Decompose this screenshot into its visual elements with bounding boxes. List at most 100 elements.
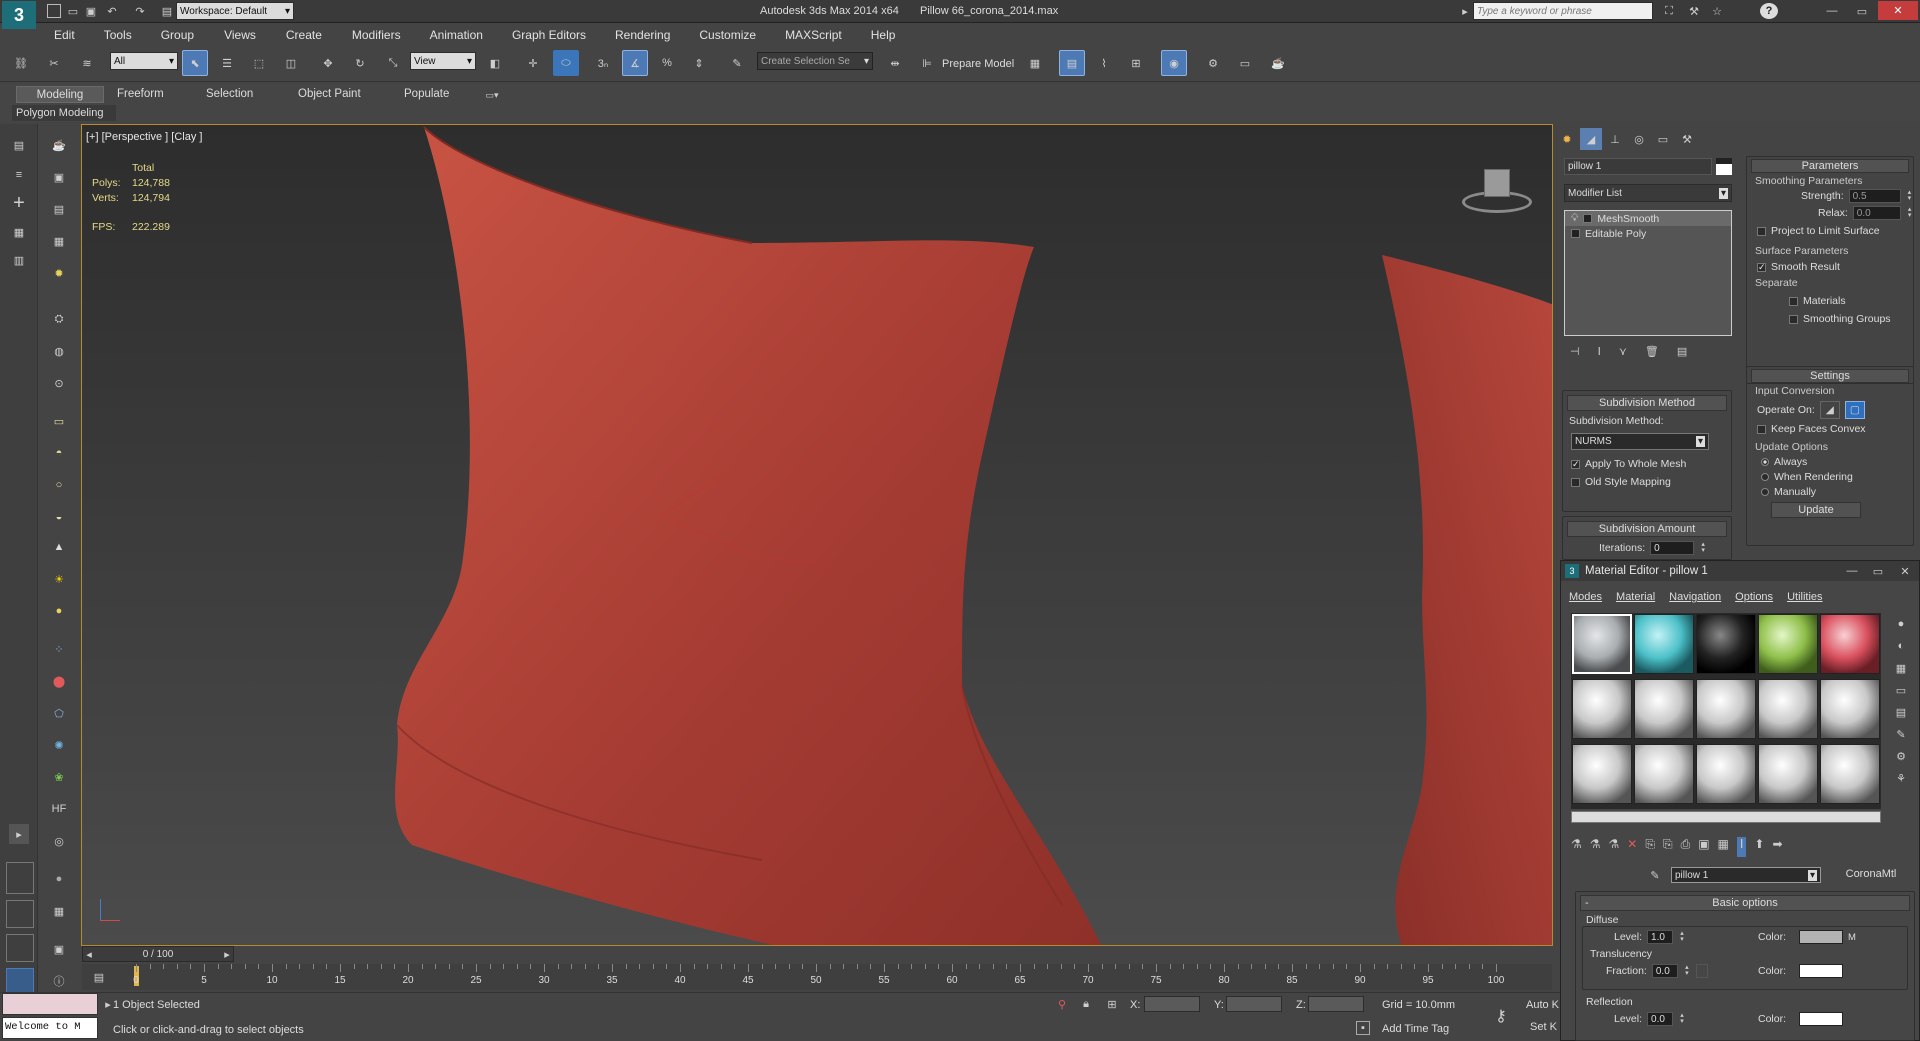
time-tag-icon[interactable]: ▪ xyxy=(1356,1021,1370,1035)
copy-material-icon[interactable]: ⎘ xyxy=(1645,837,1655,857)
plane-icon[interactable]: ▭ xyxy=(44,408,74,434)
viewport-label[interactable]: [+] [Perspective ] [Clay ] xyxy=(86,131,202,143)
subdivision-method-dropdown[interactable]: NURMS ▾ xyxy=(1571,433,1709,450)
layers-icon[interactable]: ▤ xyxy=(4,132,34,158)
remove-modifier-icon[interactable]: 🗑︎ xyxy=(1645,345,1659,358)
sample-slot-1[interactable] xyxy=(1572,614,1632,674)
percent-snap-icon[interactable]: % xyxy=(654,50,680,76)
ribbon-options-icon[interactable]: ▭▾ xyxy=(482,88,502,102)
menu-options[interactable]: Options xyxy=(1735,591,1773,603)
binoculars-icon[interactable]: ⛶ xyxy=(1660,3,1678,19)
angle-snap-icon[interactable]: ∡ xyxy=(622,50,648,76)
time-slider[interactable]: ◂ 0 / 100 ▸ xyxy=(82,946,234,962)
update-button[interactable]: Update xyxy=(1771,502,1861,518)
prev-frame-icon[interactable]: ◂ xyxy=(83,948,95,961)
layers-add-icon[interactable]: ≡ xyxy=(4,162,34,188)
schematic-view-icon[interactable]: ⊞ xyxy=(1123,50,1149,76)
viewcube[interactable] xyxy=(1462,165,1532,225)
selection-filter-dropdown[interactable]: All ▾ xyxy=(110,52,178,70)
create-plus-icon[interactable]: + xyxy=(4,190,34,216)
subdivision-amount-header[interactable]: Subdivision Amount xyxy=(1567,521,1727,537)
object-color-swatch[interactable] xyxy=(1716,158,1732,175)
translucency-color-swatch[interactable] xyxy=(1799,964,1844,978)
modify-tab-icon[interactable]: ◢ xyxy=(1580,128,1602,150)
select-manipulate-icon[interactable]: ✛ xyxy=(520,50,546,76)
select-layer-icon[interactable]: ▦ xyxy=(4,219,34,245)
menu-rendering[interactable]: Rendering xyxy=(615,28,670,42)
fraction-input[interactable]: 0.0 xyxy=(1651,964,1678,978)
x-coordinate-input[interactable] xyxy=(1144,996,1200,1012)
move-icon[interactable]: ✥ xyxy=(315,50,341,76)
cone-icon[interactable]: ▲ xyxy=(44,534,74,560)
menu-modifiers[interactable]: Modifiers xyxy=(352,28,401,42)
separate-materials-option[interactable]: Materials xyxy=(1747,295,1913,307)
old-style-mapping-checkbox[interactable] xyxy=(1571,477,1580,487)
motion-tab-icon[interactable]: ◎ xyxy=(1628,128,1650,150)
keyboard-shortcut-override-icon[interactable]: ⬭ xyxy=(553,50,579,76)
settings-header[interactable]: Settings xyxy=(1751,369,1909,383)
reference-coordinate-dropdown[interactable]: View ▾ xyxy=(410,52,476,70)
sample-slot-3[interactable] xyxy=(1696,614,1756,674)
stack-item-editable-poly[interactable]: Editable Poly xyxy=(1565,226,1731,241)
lock-selection-icon[interactable]: 🔒︎ xyxy=(1078,996,1094,1012)
material-id-icon[interactable]: ▣ xyxy=(1698,837,1709,857)
menu-create[interactable]: Create xyxy=(286,28,322,42)
hemisphere-icon[interactable]: ◓ xyxy=(44,440,74,466)
reflection-level-spinner[interactable]: ▴ ▾ xyxy=(1678,1012,1686,1025)
stack-item-meshsmooth[interactable]: 💡︎ MeshSmooth xyxy=(1565,211,1731,226)
diffuse-map-button[interactable]: M xyxy=(1848,932,1856,943)
go-to-parent-icon[interactable]: ⬆ xyxy=(1754,837,1764,857)
expand-arrow-icon[interactable]: ▸ xyxy=(9,824,29,844)
options-icon[interactable]: ⚙ xyxy=(1883,745,1919,767)
close-icon[interactable]: ✕ xyxy=(1878,1,1918,20)
material-editor-icon[interactable]: ◉ xyxy=(1161,50,1187,76)
maxscript-listener[interactable] xyxy=(2,993,98,1015)
align-icon[interactable]: ⊫ xyxy=(914,50,940,76)
menu-tools[interactable]: Tools xyxy=(104,28,132,42)
sun-icon[interactable]: ☀ xyxy=(44,566,74,592)
new-file-icon[interactable] xyxy=(47,4,61,18)
basic-options-header[interactable]: - Basic options xyxy=(1580,895,1910,911)
video-camera-icon[interactable]: ◍ xyxy=(44,338,74,364)
app-logo-icon[interactable]: 3 xyxy=(2,1,36,29)
make-unique-icon[interactable]: ⎘ xyxy=(1663,837,1673,857)
relax-spinner[interactable]: ▴ ▾ xyxy=(1906,206,1913,219)
bind-space-warp-icon[interactable]: ≋ xyxy=(74,50,100,76)
show-end-result-icon[interactable]: Ⅰ xyxy=(1598,345,1601,358)
info-icon[interactable]: ⓘ xyxy=(44,968,74,994)
parameters-header[interactable]: Parameters xyxy=(1751,159,1909,173)
menu-graph-editors[interactable]: Graph Editors xyxy=(512,28,586,42)
undo-icon[interactable]: ↶ xyxy=(104,3,120,19)
tab-populate[interactable]: Populate xyxy=(404,88,449,100)
object-name-field[interactable]: pillow 1 xyxy=(1564,158,1712,175)
separate-smoothing-groups-checkbox[interactable] xyxy=(1789,314,1798,324)
absolute-mode-icon[interactable]: ⊞ xyxy=(1104,996,1120,1012)
ribbon-polygon-modeling[interactable]: Polygon Modeling xyxy=(12,105,116,121)
layer-settings-icon[interactable]: ▥ xyxy=(4,247,34,273)
go-forward-icon[interactable]: ➡ xyxy=(1772,837,1782,857)
dome-icon[interactable]: ◒ xyxy=(44,504,74,530)
shell-icon[interactable]: ◎ xyxy=(44,828,74,854)
scene-explorer-icon[interactable]: ▤ xyxy=(1059,50,1085,76)
show-end-result-icon[interactable]: Ⅰ xyxy=(1736,837,1747,857)
add-time-tag[interactable]: Add Time Tag xyxy=(1382,1023,1449,1035)
render-setup-icon[interactable]: ⚙ xyxy=(1200,50,1226,76)
put-to-library-icon[interactable]: ⎙ xyxy=(1681,837,1691,857)
hierarchy-tab-icon[interactable]: ⊥ xyxy=(1604,128,1626,150)
apply-whole-mesh-checkbox[interactable] xyxy=(1571,459,1580,469)
video-color-check-icon[interactable]: ▤ xyxy=(1883,701,1919,723)
y-coordinate-input[interactable] xyxy=(1226,996,1282,1012)
track-bar[interactable]: ▤ 0 5 10 15 20 25 30 35 40 45 50 55 60 65 70 75 80 85 90 95… xyxy=(82,964,1552,990)
update-manually-radio[interactable] xyxy=(1761,488,1769,496)
menu-help[interactable]: Help xyxy=(871,28,896,42)
keep-faces-convex-checkbox[interactable] xyxy=(1757,424,1766,434)
display-tab-icon[interactable]: ▭ xyxy=(1652,128,1674,150)
redo-icon[interactable]: ↷ xyxy=(132,3,148,19)
camera-rig-icon[interactable]: ⊙ xyxy=(44,370,74,396)
mesh-tool-icon[interactable]: ⬠ xyxy=(44,700,74,726)
fraction-spinner[interactable]: ▴ ▾ xyxy=(1683,964,1691,977)
hair-fur-icon[interactable]: HF xyxy=(44,796,74,822)
particles-icon[interactable]: ⁘ xyxy=(44,636,74,662)
sample-slot-5[interactable] xyxy=(1820,614,1880,674)
window-crossing-icon[interactable]: ◫ xyxy=(278,50,304,76)
